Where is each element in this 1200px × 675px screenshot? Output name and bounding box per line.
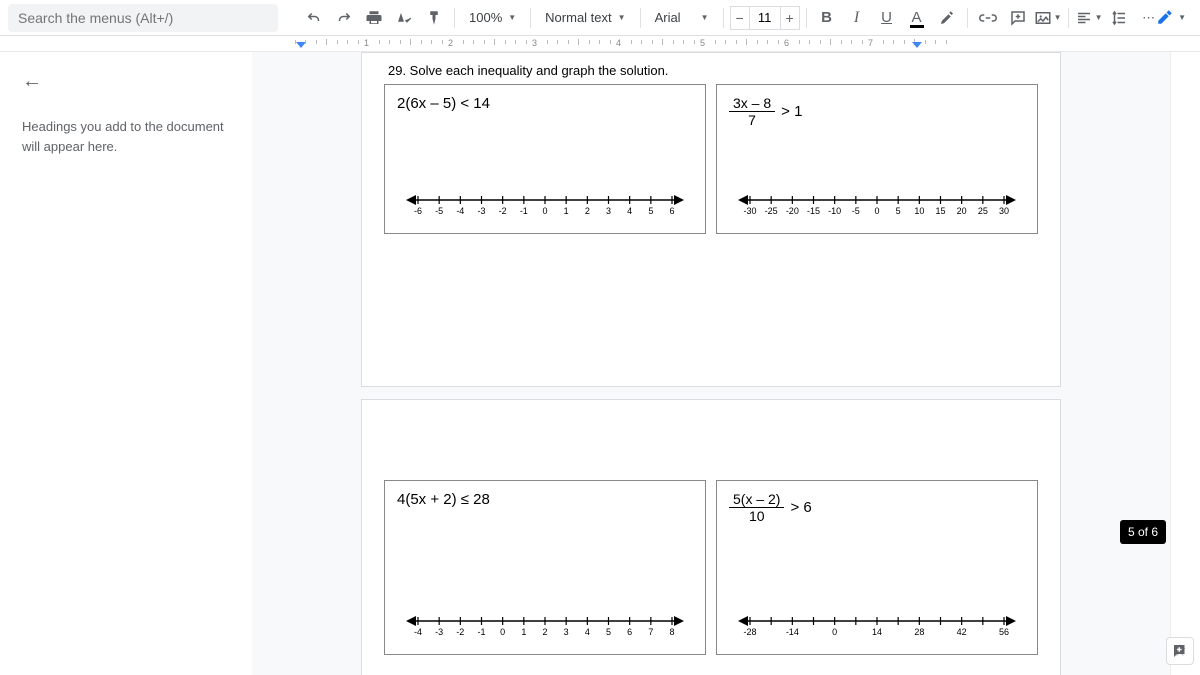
svg-text:5: 5 [648,206,653,216]
svg-text:-28: -28 [743,627,756,637]
svg-text:1: 1 [564,206,569,216]
cell-b: 3x – 87 > 1 -30 -25 -20 -15 -10 -5 0 5 10 15 20 25 3… [716,84,1038,234]
bold-button[interactable]: B [813,4,841,32]
side-panel-rail [1170,52,1200,675]
svg-text:0: 0 [500,627,505,637]
page-2: 4(5x + 2) ≤ 28 -4-3-2-1012345678 5(x – 2… [361,399,1061,675]
insert-image-button[interactable]: ▼ [1034,4,1062,32]
undo-button[interactable] [300,4,328,32]
cell-a: 2(6x – 5) < 14 -6 -5 -4 -3 -2 -1 0 1 2 3 4 5 6 [384,84,706,234]
numberline-d: -28 -14 0 14 28 42 56 [729,609,1025,644]
svg-text:56: 56 [999,627,1009,637]
font-size-control: − + [730,6,800,30]
svg-text:0: 0 [874,206,879,216]
page-1: 29. Solve each inequality and graph the … [361,52,1061,387]
numberline-c: -4 -3 -2 -1 0 1 2 3 4 5 6 7 8 [397,609,693,644]
expression-c: 4(5x + 2) ≤ 28 [397,491,693,508]
document-area[interactable]: 29. Solve each inequality and graph the … [252,52,1170,675]
svg-text:-4: -4 [456,206,464,216]
ruler[interactable]: 1234567 [0,36,1200,52]
svg-text:-3: -3 [435,627,443,637]
spellcheck-button[interactable] [390,4,418,32]
svg-text:15: 15 [935,206,945,216]
svg-text:30: 30 [999,206,1009,216]
paint-format-button[interactable] [420,4,448,32]
svg-text:14: 14 [872,627,882,637]
expression-d: 5(x – 2)10 > 6 [729,491,1025,523]
page-count-badge: 5 of 6 [1120,520,1166,544]
align-button[interactable]: ▼ [1075,4,1103,32]
svg-text:3: 3 [564,627,569,637]
svg-text:-2: -2 [456,627,464,637]
outline-panel: ← Headings you add to the document will … [0,52,252,675]
svg-text:10: 10 [914,206,924,216]
cell-d: 5(x – 2)10 > 6 -28 -14 0 14 28 42 56 [716,480,1038,655]
text-color-button[interactable]: A [903,4,931,32]
svg-text:0: 0 [542,206,547,216]
svg-text:-1: -1 [520,206,528,216]
outline-empty-message: Headings you add to the document will ap… [22,117,240,156]
svg-text:-3: -3 [477,206,485,216]
font-dropdown[interactable]: Arial▼ [647,4,717,32]
redo-button[interactable] [330,4,358,32]
menu-search-input[interactable] [8,4,278,32]
expression-a: 2(6x – 5) < 14 [397,95,693,112]
svg-text:-1: -1 [477,627,485,637]
close-outline-button[interactable]: ← [22,70,42,93]
font-size-decrease[interactable]: − [730,6,750,30]
svg-text:4: 4 [585,627,590,637]
style-dropdown[interactable]: Normal text▼ [537,4,633,32]
svg-text:5: 5 [896,206,901,216]
svg-text:6: 6 [627,627,632,637]
svg-text:3: 3 [606,206,611,216]
svg-text:42: 42 [957,627,967,637]
question-title: 29. Solve each inequality and graph the … [388,63,1038,78]
svg-text:6: 6 [669,206,674,216]
svg-text:25: 25 [978,206,988,216]
svg-text:5: 5 [606,627,611,637]
numberline-a: -6 -5 -4 -3 -2 -1 0 1 2 3 4 5 6 [397,188,693,223]
highlight-button[interactable] [933,4,961,32]
svg-text:4: 4 [627,206,632,216]
svg-text:-10: -10 [828,206,841,216]
svg-text:-5: -5 [852,206,860,216]
insert-link-button[interactable] [974,4,1002,32]
svg-text:-2: -2 [499,206,507,216]
svg-text:-4: -4 [414,627,422,637]
svg-text:8: 8 [669,627,674,637]
svg-text:7: 7 [648,627,653,637]
svg-text:-25: -25 [765,206,778,216]
svg-text:2: 2 [542,627,547,637]
add-comment-button[interactable] [1004,4,1032,32]
svg-text:-5: -5 [435,206,443,216]
numberline-b: -30 -25 -20 -15 -10 -5 0 5 10 15 20 25 30 [729,188,1025,223]
cell-c: 4(5x + 2) ≤ 28 -4 -3 -2 -1 0 1 2 3 4 5 6 7 8 [384,480,706,655]
font-size-input[interactable] [750,6,780,30]
svg-text:20: 20 [957,206,967,216]
print-button[interactable] [360,4,388,32]
zoom-dropdown[interactable]: 100%▼ [461,4,524,32]
underline-button[interactable]: U [873,4,901,32]
expression-b: 3x – 87 > 1 [729,95,1025,127]
svg-text:28: 28 [914,627,924,637]
editing-mode-button[interactable]: ▼ [1150,4,1192,30]
svg-text:-14: -14 [786,627,799,637]
svg-text:-30: -30 [743,206,756,216]
italic-button[interactable]: I [843,4,871,32]
toolbar: 100%▼ Normal text▼ Arial▼ − + B I U A ▼ … [0,0,1200,36]
explore-button[interactable] [1166,637,1194,665]
font-size-increase[interactable]: + [780,6,800,30]
svg-text:-20: -20 [786,206,799,216]
svg-text:2: 2 [585,206,590,216]
svg-text:-15: -15 [807,206,820,216]
line-spacing-button[interactable] [1105,4,1133,32]
svg-text:0: 0 [832,627,837,637]
svg-text:-6: -6 [414,206,422,216]
svg-text:1: 1 [521,627,526,637]
